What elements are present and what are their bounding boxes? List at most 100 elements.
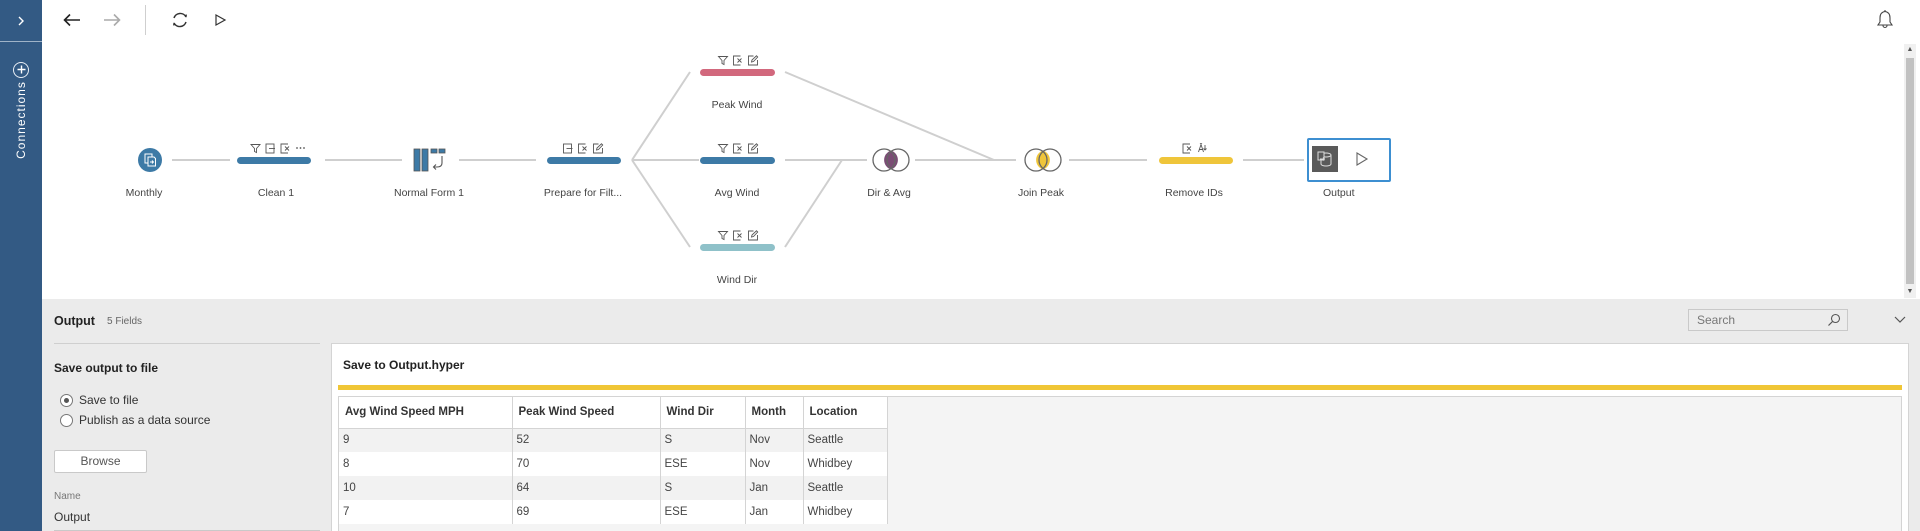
chevron-down-icon xyxy=(1894,316,1906,323)
step-icons-dir xyxy=(717,230,759,241)
divider xyxy=(54,343,320,344)
node-output[interactable] xyxy=(1307,138,1391,182)
table-row: 7 69 ESE Jan Whidbey xyxy=(339,500,888,524)
save-to-file-radio[interactable]: Save to file xyxy=(60,393,138,407)
name-input[interactable]: Output xyxy=(54,507,320,531)
chevron-right-icon xyxy=(18,16,24,25)
column-header[interactable]: Location xyxy=(803,397,888,429)
filter-icon xyxy=(250,143,261,154)
node-remove-ids[interactable] xyxy=(1159,157,1233,164)
radio-selected-icon xyxy=(60,393,73,407)
table-cell: Seattle xyxy=(803,476,888,500)
table-cell: Jan xyxy=(745,500,804,524)
data-grid-container: Avg Wind Speed MPH Peak Wind Speed Wind Di… xyxy=(338,396,1902,531)
table-cell: 10 xyxy=(339,476,513,500)
node-dir-avg[interactable] xyxy=(869,147,913,173)
rename-icon xyxy=(563,143,574,154)
node-label-join-peak: Join Peak xyxy=(1017,187,1065,199)
play-icon xyxy=(215,13,227,27)
notifications-button[interactable] xyxy=(1874,8,1898,32)
search-input[interactable]: Search xyxy=(1688,309,1848,331)
node-join-peak[interactable] xyxy=(1021,147,1065,173)
table-cell: ESE xyxy=(660,500,746,524)
node-label-clean1: Clean 1 xyxy=(257,187,295,199)
refresh-icon xyxy=(173,12,187,28)
table-cell: 69 xyxy=(512,500,661,524)
column-header[interactable]: Wind Dir xyxy=(660,397,746,429)
add-connection-button[interactable] xyxy=(13,62,29,78)
table-cell: Jan xyxy=(745,476,804,500)
node-prepare[interactable] xyxy=(547,157,621,164)
output-preview: Save to Output.hyper Avg Wind Speed MPH P… xyxy=(331,343,1909,531)
run-output-button[interactable] xyxy=(1353,150,1371,168)
remove-icon xyxy=(733,143,744,154)
column-header[interactable]: Month xyxy=(745,397,804,429)
node-normal-form[interactable] xyxy=(413,146,447,174)
remove-icon xyxy=(733,55,744,66)
browse-button[interactable]: Browse xyxy=(54,450,147,473)
expand-rail-button[interactable] xyxy=(0,0,42,42)
output-panel: Output 5 Fields Search Save output to fi… xyxy=(42,299,1920,531)
edit-icon xyxy=(593,143,604,154)
step-icons-clean1 xyxy=(250,143,306,154)
canvas-scrollbar[interactable]: ▲ ▼ xyxy=(1904,44,1916,298)
node-wind-dir[interactable] xyxy=(700,244,775,251)
publish-data-source-radio[interactable]: Publish as a data source xyxy=(60,413,210,427)
node-avg-wind[interactable] xyxy=(700,157,775,164)
app-root: Connections Monthly Clean 1 Normal Form … xyxy=(0,0,1920,531)
node-label-prepare: Prepare for Filt... xyxy=(543,187,623,199)
table-row: 8 70 ESE Nov Whidbey xyxy=(339,452,888,476)
scroll-up-arrow-icon[interactable]: ▲ xyxy=(1904,44,1916,56)
refresh-button[interactable] xyxy=(166,6,194,34)
node-label-monthly: Monthly xyxy=(125,187,163,199)
step-icons-peak xyxy=(717,55,759,66)
search-icon xyxy=(1828,313,1841,326)
scrollbar-thumb[interactable] xyxy=(1906,58,1914,284)
preview-accent-bar xyxy=(338,385,1902,390)
rename-icon xyxy=(265,143,276,154)
arrow-left-icon xyxy=(63,13,80,27)
link-dir-diravg xyxy=(784,159,843,248)
remove-icon xyxy=(733,230,744,241)
node-label-peak-wind: Peak Wind xyxy=(711,99,763,111)
link-prepare-dir xyxy=(631,159,691,248)
collapse-panel-button[interactable] xyxy=(1892,311,1908,327)
edit-icon xyxy=(748,55,759,66)
table-cell: Whidbey xyxy=(803,452,888,476)
column-header[interactable]: Peak Wind Speed xyxy=(512,397,661,429)
node-peak-wind[interactable] xyxy=(700,69,775,76)
flow-connections xyxy=(172,71,1304,248)
output-db-icon xyxy=(1312,146,1338,172)
column-header[interactable]: Avg Wind Speed MPH xyxy=(339,397,513,429)
play-icon xyxy=(1356,152,1369,166)
table-cell: ESE xyxy=(660,452,746,476)
table-cell: Nov xyxy=(745,452,804,476)
pivot-icon xyxy=(413,148,446,172)
radio-unselected-icon xyxy=(60,413,73,427)
flow-canvas[interactable]: Monthly Clean 1 Normal Form 1 Prepare fo… xyxy=(42,40,1904,298)
preview-title: Save to Output.hyper xyxy=(343,358,465,372)
radio-label: Publish as a data source xyxy=(79,413,211,427)
node-label-normal-form: Normal Form 1 xyxy=(393,187,465,199)
back-button[interactable] xyxy=(58,6,86,34)
plus-circle-icon xyxy=(17,65,25,74)
input-file-icon xyxy=(144,153,156,167)
node-label-output: Output xyxy=(1323,187,1355,199)
node-label-wind-dir: Wind Dir xyxy=(716,274,758,286)
node-monthly[interactable] xyxy=(138,148,162,172)
table-cell: Nov xyxy=(745,428,804,452)
arrow-right-icon xyxy=(104,13,121,27)
table-cell: S xyxy=(660,476,746,500)
connections-label[interactable]: Connections xyxy=(14,81,28,159)
table-row: 9 52 S Nov Seattle xyxy=(339,428,888,452)
node-clean1[interactable] xyxy=(237,157,311,164)
table-cell: 70 xyxy=(512,452,661,476)
edit-icon xyxy=(748,143,759,154)
scroll-down-arrow-icon[interactable]: ▼ xyxy=(1904,286,1916,298)
field-count: 5 Fields xyxy=(107,316,143,327)
run-flow-button[interactable] xyxy=(206,6,234,34)
filter-icon xyxy=(717,55,729,66)
node-label-dir-avg: Dir & Avg xyxy=(867,187,911,199)
inner-join-icon xyxy=(1024,148,1062,172)
forward-button[interactable] xyxy=(98,6,126,34)
